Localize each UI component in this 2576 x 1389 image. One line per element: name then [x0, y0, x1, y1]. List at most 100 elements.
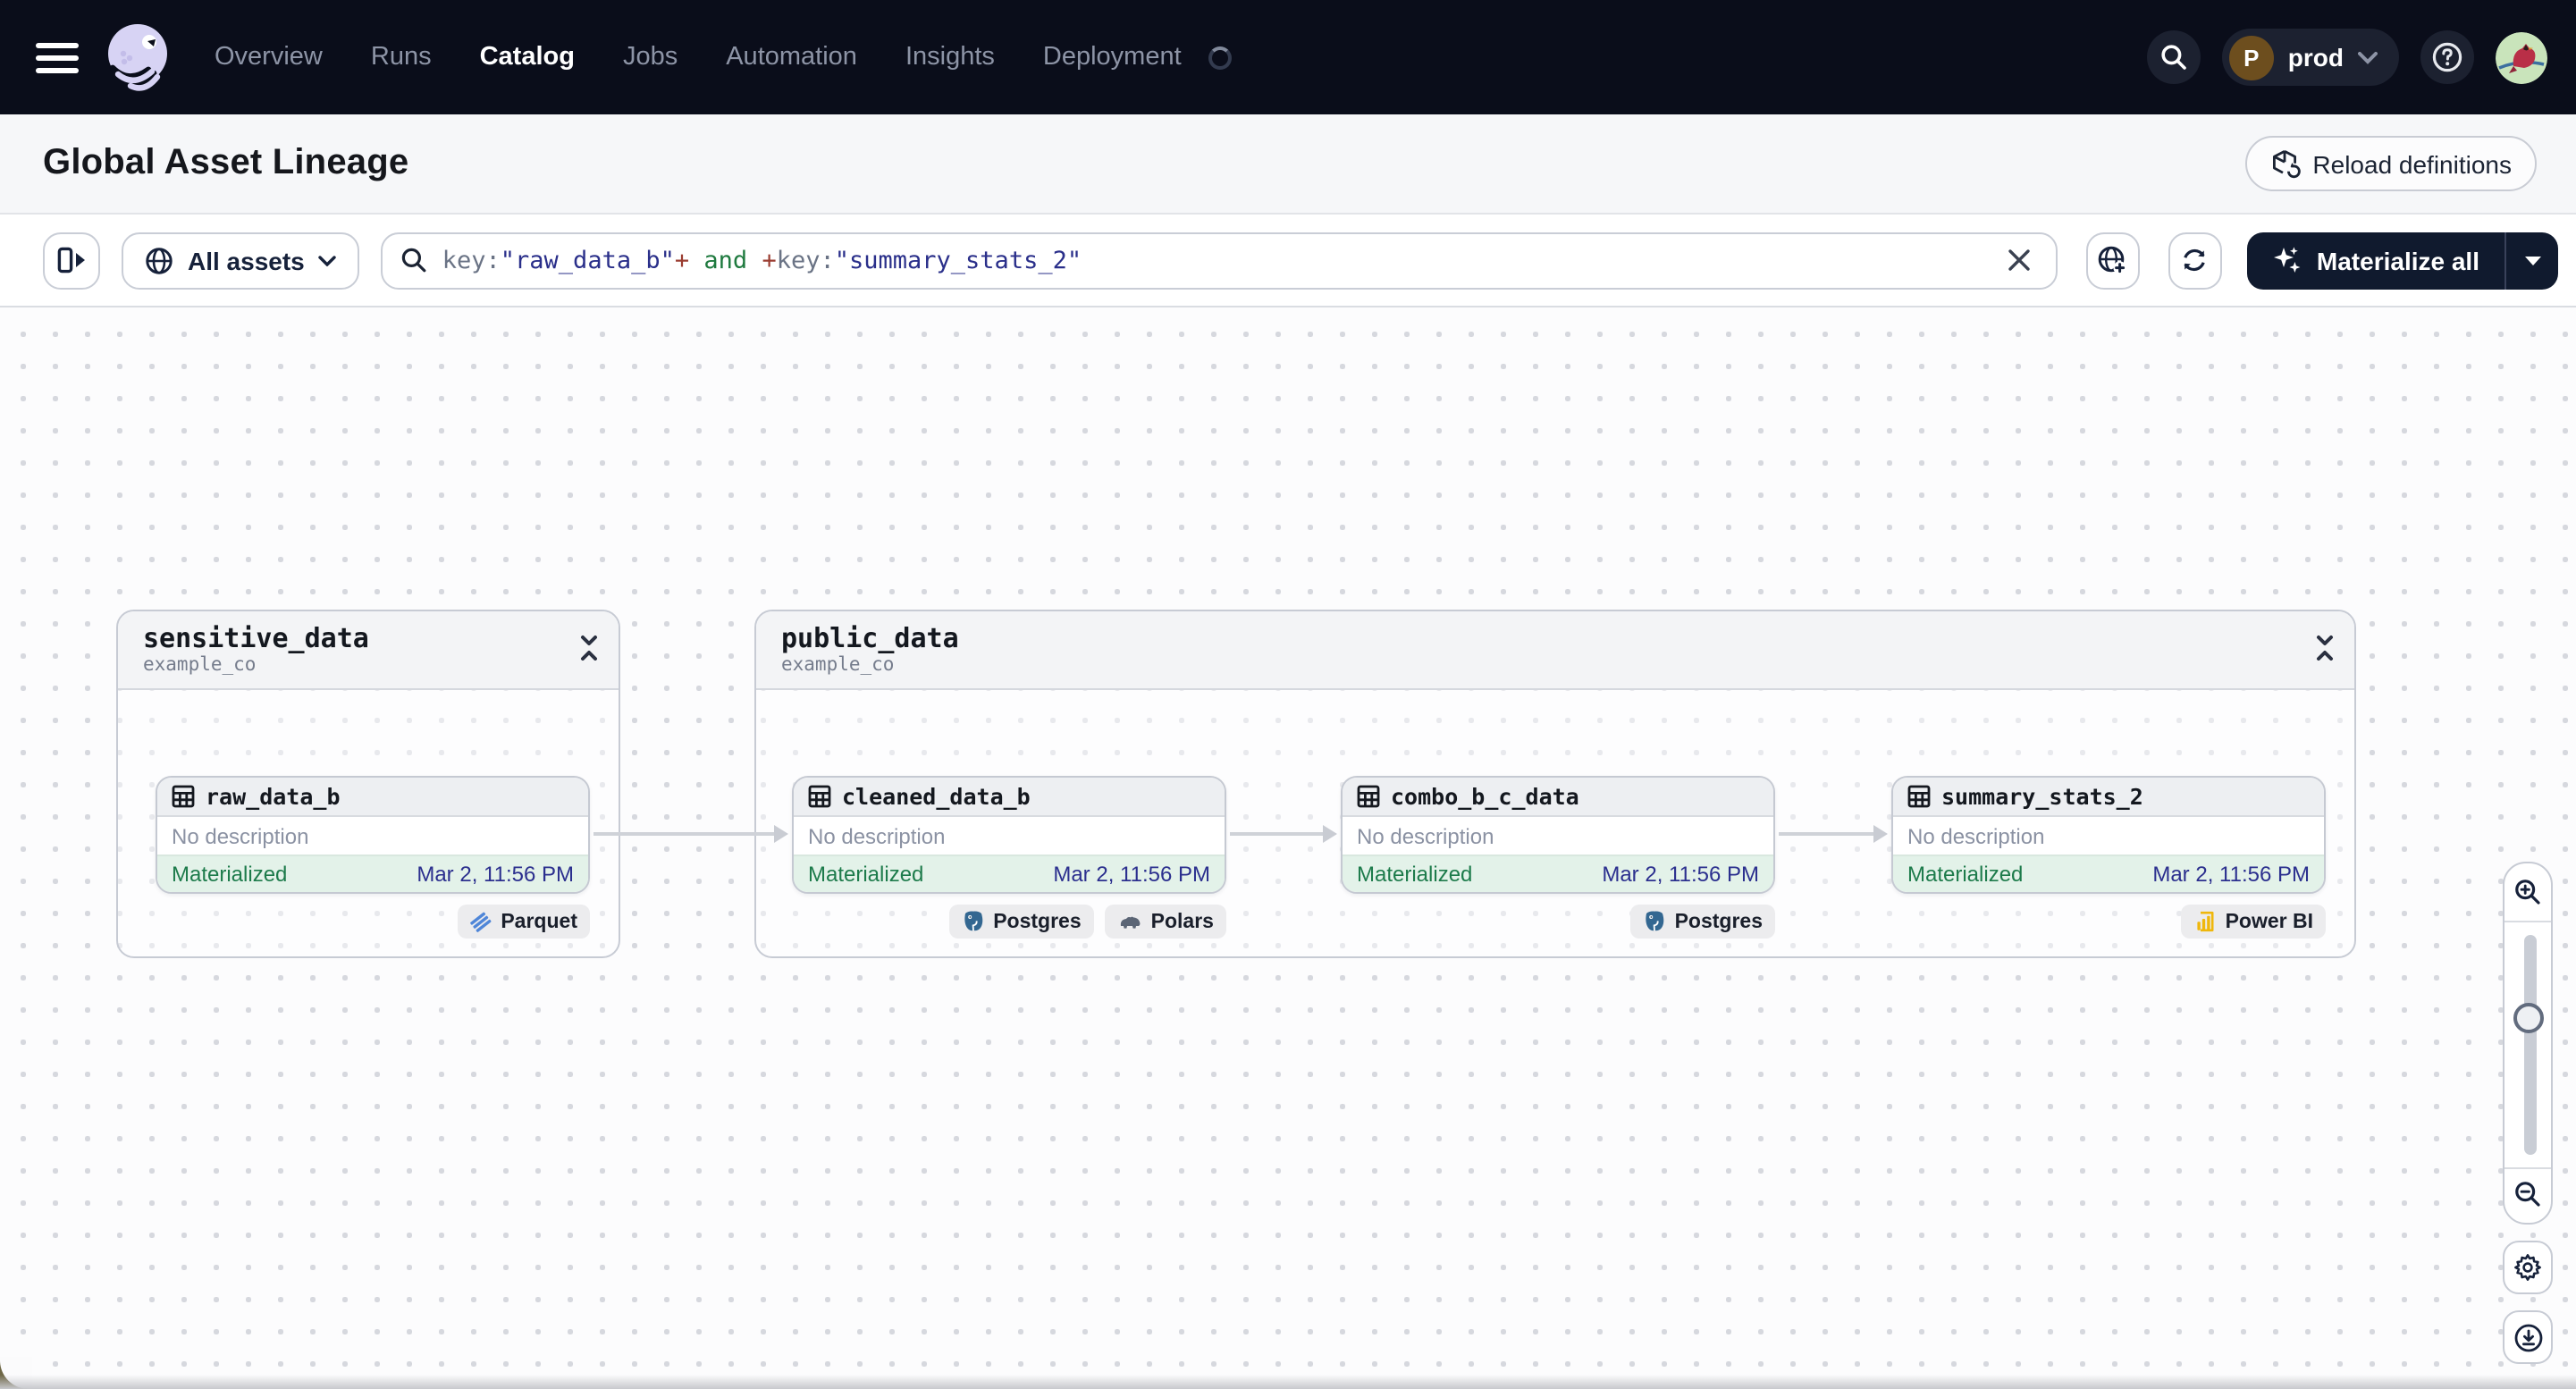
group-title: public_data: [781, 622, 959, 654]
reload-definitions-button[interactable]: Reload definitions: [2244, 136, 2537, 191]
asset-tags-cleaned-data-b: Postgres Polars: [792, 905, 1226, 939]
new-asset-selection-button[interactable]: [2085, 232, 2140, 289]
caret-down-icon: [2524, 256, 2540, 265]
query-token: "summary_stats_2": [834, 246, 1082, 274]
close-icon: [2008, 249, 2030, 271]
loading-spinner-icon: [1208, 46, 1232, 69]
clear-filter-button[interactable]: [2000, 241, 2038, 279]
collapse-group-icon[interactable]: [577, 635, 601, 661]
status-badge: Materialized: [1357, 862, 1473, 887]
search-icon: [402, 248, 427, 273]
kind-tag-parquet[interactable]: Parquet: [458, 905, 590, 939]
asset-description: No description: [1357, 823, 1494, 848]
tag-label: Power BI: [2225, 911, 2313, 932]
gear-icon: [2514, 1254, 2541, 1281]
table-icon: [172, 785, 195, 808]
graph-settings-button[interactable]: [2503, 1241, 2553, 1294]
nav-item-automation[interactable]: Automation: [726, 43, 857, 72]
open-left-panel-button[interactable]: [43, 232, 100, 289]
materialization-timestamp[interactable]: Mar 2, 11:56 PM: [417, 862, 574, 887]
zoom-out-button[interactable]: [2504, 1166, 2551, 1223]
download-image-button[interactable]: [2503, 1310, 2553, 1364]
query-token: "raw_data_b": [500, 246, 675, 274]
asset-node-header: raw_data_b: [157, 778, 588, 817]
group-subtitle: example_co: [781, 654, 895, 676]
asset-node-cleaned-data-b[interactable]: cleaned_data_b No description Materializ…: [792, 776, 1226, 894]
refresh-button[interactable]: [2168, 232, 2222, 289]
query-token: key:: [442, 246, 501, 274]
tag-label: Polars: [1150, 911, 1214, 932]
asset-node-raw-data-b[interactable]: raw_data_b No description Materialized M…: [156, 776, 590, 894]
panel-expand-icon: [56, 247, 84, 274]
zoom-in-button[interactable]: [2504, 863, 2551, 921]
nav-item-catalog[interactable]: Catalog: [480, 43, 575, 72]
window-bottom-edge: [0, 1375, 2576, 1389]
sparkle-icon: [2273, 247, 2301, 273]
globe-icon: [146, 247, 173, 274]
group-header[interactable]: sensitive_data example_co: [118, 611, 619, 690]
nav-item-runs[interactable]: Runs: [371, 43, 432, 72]
nav-item-insights[interactable]: Insights: [905, 43, 995, 72]
asset-node-header: summary_stats_2: [1893, 778, 2324, 817]
asset-node-combo-b-c-data[interactable]: combo_b_c_data No description Materializ…: [1341, 776, 1775, 894]
asset-scope-label: All assets: [188, 246, 305, 274]
asset-description: No description: [172, 823, 309, 848]
table-icon: [1907, 785, 1931, 808]
asset-status-row: Materialized Mar 2, 11:56 PM: [1343, 854, 1773, 892]
tag-label: Postgres: [1674, 911, 1763, 932]
materialization-timestamp[interactable]: Mar 2, 11:56 PM: [1602, 862, 1759, 887]
dagster-logo-icon[interactable]: [100, 20, 175, 95]
page-title: Global Asset Lineage: [43, 143, 409, 182]
zoom-slider-thumb[interactable]: [2513, 1003, 2544, 1033]
kind-tag-postgres[interactable]: Postgres: [1629, 905, 1775, 939]
tag-label: Postgres: [993, 911, 1082, 932]
group-subtitle: example_co: [143, 654, 257, 676]
kind-tag-postgres[interactable]: Postgres: [948, 905, 1094, 939]
deployment-switcher[interactable]: P prod: [2221, 29, 2399, 86]
zoom-slider-track[interactable]: [2523, 935, 2536, 1155]
materialization-timestamp[interactable]: Mar 2, 11:56 PM: [2152, 862, 2310, 887]
cardinal-avatar-image: [2496, 31, 2547, 83]
global-search-button[interactable]: [2146, 30, 2201, 84]
asset-tags-combo-b-c-data: Postgres: [1341, 905, 1775, 939]
lineage-canvas[interactable]: sensitive_data example_co public_data ex…: [0, 307, 2576, 1389]
asset-tags-raw-data-b: Parquet: [156, 905, 590, 939]
asset-node-summary-stats-2[interactable]: summary_stats_2 No description Materiali…: [1891, 776, 2326, 894]
zoom-out-icon: [2515, 1182, 2540, 1207]
deployment-initial-badge: P: [2228, 35, 2274, 80]
query-token: +: [762, 246, 777, 274]
nav-item-overview[interactable]: Overview: [215, 43, 323, 72]
kind-tag-powerbi[interactable]: Power BI: [2180, 905, 2326, 939]
zoom-controls: [2503, 862, 2553, 1225]
materialize-all-button[interactable]: Materialize all: [2247, 232, 2504, 289]
kind-tag-polars[interactable]: Polars: [1104, 905, 1226, 939]
lineage-toolbar: All assets key:"raw_data_b"+ and +key:"s…: [0, 215, 2576, 307]
asset-filter-input[interactable]: key:"raw_data_b"+ and +key:"summary_stat…: [381, 232, 2058, 289]
zoom-in-icon: [2515, 880, 2540, 905]
nav-item-jobs[interactable]: Jobs: [623, 43, 678, 72]
materialization-timestamp[interactable]: Mar 2, 11:56 PM: [1053, 862, 1210, 887]
asset-name: summary_stats_2: [1941, 783, 2143, 810]
status-badge: Materialized: [172, 862, 288, 887]
asset-scope-dropdown[interactable]: All assets: [122, 232, 360, 289]
nav-item-deployment[interactable]: Deployment: [1043, 43, 1182, 72]
group-header[interactable]: public_data example_co: [756, 611, 2354, 690]
query-token: and: [689, 246, 762, 274]
tag-label: Parquet: [501, 911, 577, 932]
postgres-icon: [964, 911, 982, 931]
asset-node-header: combo_b_c_data: [1343, 778, 1773, 817]
help-button[interactable]: [2420, 30, 2474, 84]
hamburger-menu-icon[interactable]: [36, 42, 79, 72]
nav-menu: Overview Runs Catalog Jobs Automation In…: [215, 43, 1232, 72]
asset-name: raw_data_b: [206, 783, 341, 810]
collapse-group-icon[interactable]: [2313, 635, 2336, 661]
asset-status-row: Materialized Mar 2, 11:56 PM: [1893, 854, 2324, 892]
status-badge: Materialized: [808, 862, 924, 887]
nav-right-cluster: P prod: [2126, 29, 2547, 86]
parquet-icon: [470, 911, 492, 931]
user-avatar[interactable]: [2496, 31, 2547, 83]
asset-name: combo_b_c_data: [1391, 783, 1579, 810]
status-badge: Materialized: [1907, 862, 2024, 887]
materialize-options-button[interactable]: [2504, 232, 2558, 289]
dagster-app: Overview Runs Catalog Jobs Automation In…: [0, 0, 2576, 1389]
